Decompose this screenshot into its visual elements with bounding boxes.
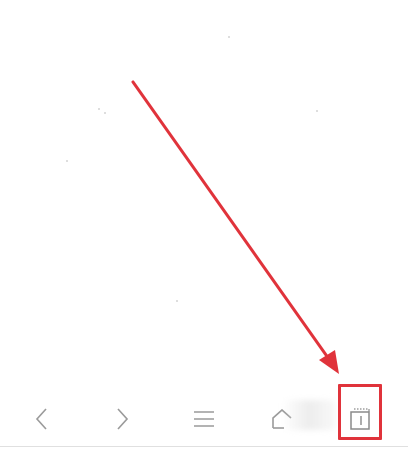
back-button[interactable] <box>14 394 70 444</box>
noise-speck <box>228 36 230 38</box>
browser-viewport <box>0 0 408 450</box>
windows-button-highlight <box>338 384 382 440</box>
noise-speck <box>176 300 178 302</box>
forward-button[interactable] <box>94 394 150 444</box>
noise-speck <box>98 108 100 110</box>
noise-speck <box>104 112 106 114</box>
chevron-right-icon <box>117 408 129 430</box>
chevron-left-icon <box>35 408 47 430</box>
blurred-region <box>282 400 336 430</box>
menu-button[interactable] <box>176 394 232 444</box>
noise-speck <box>316 110 318 112</box>
hamburger-menu-icon <box>194 411 214 427</box>
noise-speck <box>66 160 68 162</box>
toolbar-bottom-divider <box>0 446 408 447</box>
